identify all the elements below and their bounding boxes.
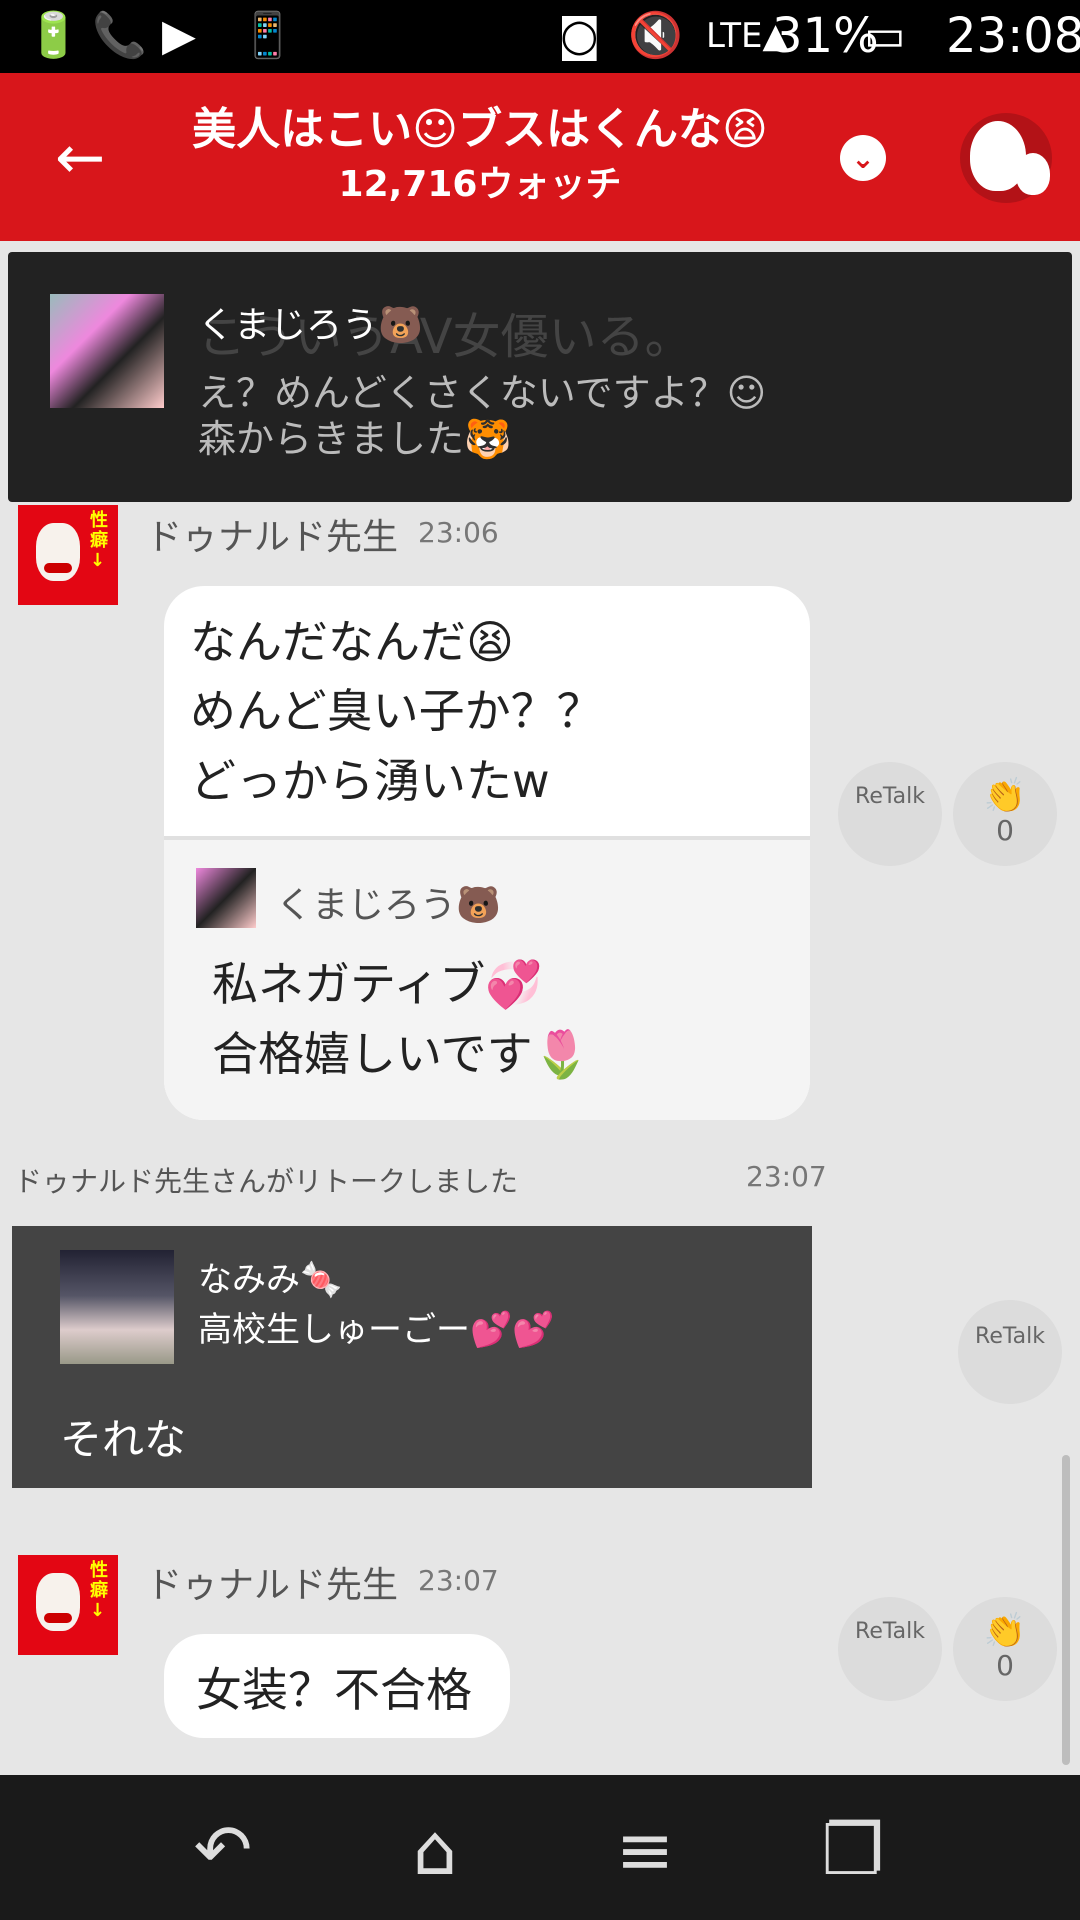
recent-apps-icon[interactable]: ❐ bbox=[808, 1805, 898, 1895]
message-line: めんど臭い子か？？ bbox=[190, 684, 603, 738]
arrow-left-icon[interactable]: ← bbox=[55, 128, 105, 188]
page-title: 美人はこい☺ブスはくんな😫 bbox=[192, 104, 768, 155]
avatar bbox=[60, 1250, 174, 1364]
battery-percent: 31% bbox=[772, 8, 879, 64]
watch-count: 12,716ウォッチ bbox=[338, 164, 622, 205]
message-time: 23:07 bbox=[418, 1564, 499, 1597]
battery-charging-icon: 🔋 bbox=[26, 10, 81, 61]
message-time: 23:06 bbox=[418, 516, 499, 549]
system-nav-bar: ↶ ⌂ ≡ ❐ bbox=[0, 1775, 1080, 1920]
preview-line: 森からきました🐯 bbox=[198, 417, 512, 461]
vr-icon: ◙ bbox=[558, 10, 601, 61]
phone-icon: 📞 bbox=[92, 10, 147, 61]
retalk-label: ReTalk bbox=[855, 1619, 925, 1644]
notice-time: 23:07 bbox=[746, 1160, 827, 1193]
sender-name: ドゥナルド先生 bbox=[146, 1565, 399, 1606]
message-line: どっから湧いたw bbox=[190, 754, 550, 808]
retalk-label: ReTalk bbox=[855, 784, 925, 809]
message-preview-overlay[interactable]: こういうAV女優いる。 くまじろう🐻 え？めんどくさくないですよ？☺ 森からきま… bbox=[8, 252, 1072, 502]
avatar bbox=[196, 868, 256, 928]
preview-sender-name: くまじろう🐻 bbox=[198, 305, 423, 346]
clap-button[interactable]: 👏 0 bbox=[953, 1597, 1057, 1701]
clap-count: 0 bbox=[996, 814, 1014, 847]
avatar[interactable]: 性癖↓ bbox=[18, 1555, 118, 1655]
ghost-mascot-icon[interactable] bbox=[960, 113, 1052, 203]
divider bbox=[164, 836, 810, 840]
retalk-button[interactable]: ReTalk bbox=[838, 1597, 942, 1701]
app-header: ← 美人はこい☺ブスはくんな😫 12,716ウォッチ ⌄ bbox=[0, 73, 1080, 241]
clap-button[interactable]: 👏 0 bbox=[953, 762, 1057, 866]
quoted-line: 合格嬉しいです🌷 bbox=[212, 1027, 590, 1081]
screen-rotate-icon: 📱 bbox=[240, 10, 295, 61]
clap-icon: 👏 bbox=[983, 1611, 1027, 1651]
retalk-button[interactable]: ReTalk bbox=[958, 1300, 1062, 1404]
menu-icon[interactable]: ≡ bbox=[600, 1805, 690, 1895]
mute-icon: 🔇 bbox=[628, 10, 683, 61]
chevron-down-icon[interactable]: ⌄ bbox=[840, 135, 886, 181]
retalk-button[interactable]: ReTalk bbox=[838, 762, 942, 866]
home-icon[interactable]: ⌂ bbox=[390, 1805, 480, 1895]
play-icon: ▶ bbox=[162, 10, 196, 61]
avatar bbox=[50, 294, 164, 408]
quoted-sender-name: くまじろう🐻 bbox=[276, 885, 501, 926]
message-line: なんだなんだ😫 bbox=[190, 615, 514, 669]
avatar[interactable]: 性癖↓ bbox=[18, 505, 118, 605]
retalk-notice: ドゥナルド先生さんがリトークしました bbox=[14, 1165, 519, 1198]
quoted-line: 私ネガティブ💞 bbox=[212, 957, 543, 1011]
retalk-user-status: 高校生しゅーごー💕💕 bbox=[198, 1310, 555, 1350]
status-bar: 🔋 📞 ▶ 📱 ◙ 🔇 LTE▲ 31% ▭ 23:08 bbox=[0, 0, 1080, 73]
back-icon[interactable]: ↶ bbox=[178, 1805, 268, 1895]
clap-count: 0 bbox=[996, 1649, 1014, 1682]
sender-name: ドゥナルド先生 bbox=[146, 517, 399, 558]
clap-icon: 👏 bbox=[983, 776, 1027, 816]
clock: 23:08 bbox=[946, 8, 1080, 64]
battery-icon: ▭ bbox=[864, 10, 906, 61]
scrollbar[interactable] bbox=[1062, 1455, 1070, 1765]
retalk-message: それな bbox=[60, 1415, 187, 1464]
message-line: 女装？不合格 bbox=[196, 1663, 472, 1717]
retalk-label: ReTalk bbox=[975, 1324, 1045, 1349]
retalk-user-name: なみみ🍬 bbox=[198, 1260, 343, 1300]
